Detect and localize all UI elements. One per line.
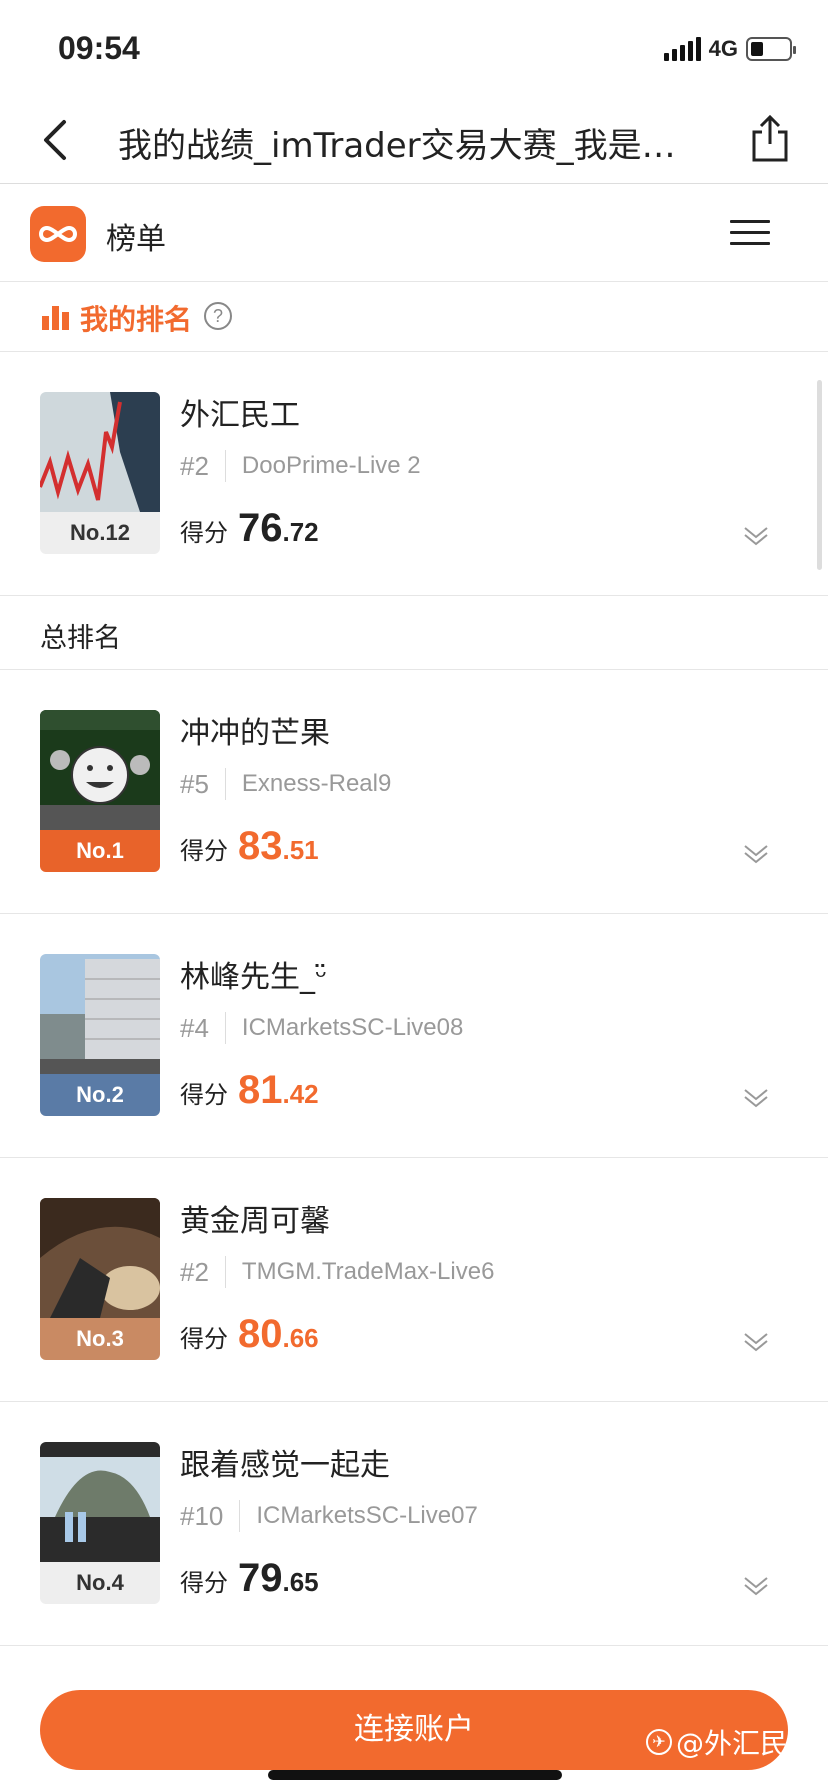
- rank-badge: No.1: [40, 830, 160, 872]
- app-logo: [30, 206, 86, 262]
- score: 得分 80 .66: [180, 1312, 319, 1357]
- rank-badge: No.2: [40, 1074, 160, 1116]
- chevron-down-icon[interactable]: [742, 1328, 770, 1356]
- score: 得分 76 .72: [180, 506, 319, 551]
- divider: [224, 450, 226, 482]
- status-indicators: 4G: [663, 36, 796, 62]
- divider: [224, 1256, 226, 1288]
- signal-icon: [663, 37, 701, 61]
- score: 得分 79 .65: [180, 1556, 319, 1601]
- avatar-image: [40, 1198, 160, 1318]
- leaderboard-title: 榜单: [106, 222, 166, 257]
- leaderboard-row[interactable]: No.2 林峰先生_ᵕ̈ #4 ICMarketsSC-Live08 得分 81…: [0, 914, 828, 1158]
- chevron-down-icon[interactable]: [742, 522, 770, 550]
- page-title: 我的战绩_imTrader交易大赛_我是…: [118, 126, 676, 166]
- account-position: #2: [180, 450, 209, 481]
- bar-chart-icon: [42, 304, 70, 330]
- app-header: 榜单: [0, 184, 828, 282]
- user-meta: #4 ICMarketsSC-Live08: [180, 1012, 463, 1044]
- avatar: No.2: [40, 954, 160, 1116]
- my-rank-header: 我的排名 ?: [0, 282, 828, 352]
- avatar-image: [40, 954, 160, 1074]
- avatar: No.3: [40, 1198, 160, 1360]
- user-name: 林峰先生_ᵕ̈: [180, 960, 328, 995]
- leaderboard-row[interactable]: No.4 跟着感觉一起走 #10 ICMarketsSC-Live07 得分 7…: [0, 1402, 828, 1646]
- watermark: ✈ @外汇民工: [645, 1722, 816, 1762]
- section-title: 总排名: [40, 623, 121, 654]
- user-meta: #2 DooPrime-Live 2: [180, 450, 421, 482]
- score-integer: 79: [238, 1556, 283, 1600]
- avatar: No.1: [40, 710, 160, 872]
- avatar: No.4: [40, 1442, 160, 1604]
- my-rank-label: 我的排名: [80, 303, 193, 336]
- navigation-bar: 我的战绩_imTrader交易大赛_我是…: [0, 96, 828, 184]
- home-indicator: [268, 1770, 562, 1780]
- score-integer: 81: [238, 1068, 283, 1112]
- avatar-image: [40, 392, 160, 512]
- score-label: 得分: [180, 1569, 228, 1597]
- watermark-text: @外汇民工: [675, 1727, 816, 1760]
- account-position: #5: [180, 768, 209, 799]
- score-decimal: .66: [282, 1323, 319, 1353]
- network-type: 4G: [708, 36, 738, 61]
- divider: [224, 768, 226, 800]
- account-position: #2: [180, 1256, 209, 1287]
- status-bar: 09:54 4G: [0, 0, 828, 96]
- chevron-down-icon[interactable]: [742, 840, 770, 868]
- battery-icon: [746, 37, 796, 61]
- user-meta: #10 ICMarketsSC-Live07: [180, 1500, 478, 1532]
- menu-icon[interactable]: [730, 220, 770, 248]
- server-name: TMGM.TradeMax-Live6: [241, 1258, 495, 1285]
- account-position: #4: [180, 1012, 209, 1043]
- server-name: Exness-Real9: [241, 770, 392, 797]
- leaderboard-row[interactable]: No.3 黄金周可馨 #2 TMGM.TradeMax-Live6 得分 80 …: [0, 1158, 828, 1402]
- chevron-down-icon[interactable]: [742, 1084, 770, 1112]
- account-position: #10: [180, 1500, 224, 1531]
- chevron-down-icon[interactable]: [742, 1572, 770, 1600]
- score-label: 得分: [180, 1081, 228, 1109]
- avatar: No.12: [40, 392, 160, 554]
- user-name: 冲冲的芒果: [180, 716, 330, 751]
- weibo-icon: ✈: [645, 1729, 672, 1755]
- score-label: 得分: [180, 837, 228, 865]
- rank-badge: No.3: [40, 1318, 160, 1360]
- my-rank-row[interactable]: No.12 外汇民工 #2 DooPrime-Live 2 得分 76 .72: [0, 352, 828, 596]
- score: 得分 83 .51: [180, 824, 319, 869]
- user-meta: #2 TMGM.TradeMax-Live6: [180, 1256, 494, 1288]
- score-decimal: .42: [282, 1079, 319, 1109]
- score-integer: 76: [238, 506, 283, 550]
- score-label: 得分: [180, 1325, 228, 1353]
- divider: [224, 1012, 226, 1044]
- score-integer: 83: [238, 824, 283, 868]
- divider: [239, 1500, 241, 1532]
- user-name: 黄金周可馨: [180, 1204, 330, 1239]
- score-decimal: .51: [282, 835, 319, 865]
- back-icon[interactable]: [36, 116, 76, 164]
- user-meta: #5 Exness-Real9: [180, 768, 391, 800]
- overall-ranking-header: 总排名: [0, 596, 828, 670]
- rank-badge: No.4: [40, 1562, 160, 1604]
- user-name: 跟着感觉一起走: [180, 1448, 390, 1483]
- server-name: DooPrime-Live 2: [241, 452, 421, 479]
- rank-badge: No.12: [40, 512, 160, 554]
- server-name: ICMarketsSC-Live07: [256, 1502, 478, 1529]
- status-time: 09:54: [58, 30, 140, 66]
- score-label: 得分: [180, 519, 228, 547]
- share-icon[interactable]: [748, 114, 792, 164]
- server-name: ICMarketsSC-Live08: [241, 1014, 464, 1041]
- score: 得分 81 .42: [180, 1068, 319, 1113]
- avatar-image: [40, 1442, 160, 1562]
- help-icon[interactable]: ?: [204, 302, 232, 330]
- avatar-image: [40, 710, 160, 830]
- user-name: 外汇民工: [180, 398, 300, 433]
- scrollbar[interactable]: [817, 380, 822, 570]
- score-decimal: .65: [282, 1567, 319, 1597]
- score-integer: 80: [238, 1312, 283, 1356]
- score-decimal: .72: [282, 517, 319, 547]
- leaderboard-row[interactable]: No.1 冲冲的芒果 #5 Exness-Real9 得分 83 .51: [0, 670, 828, 914]
